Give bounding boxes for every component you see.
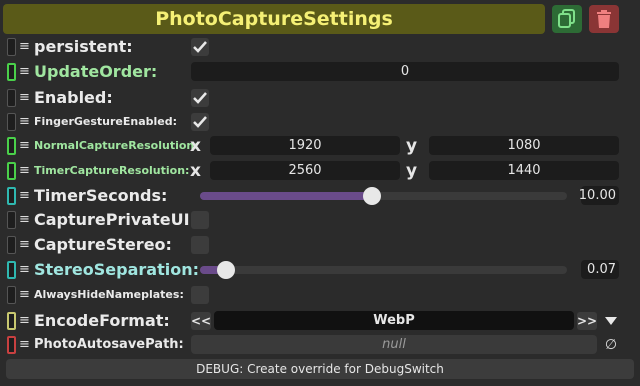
delete-button[interactable] — [589, 5, 619, 33]
hamburger-menu-icon[interactable]: ≡ — [19, 115, 31, 128]
dropdown-button[interactable] — [601, 312, 621, 330]
chevron-down-icon — [605, 317, 617, 325]
field-label: StereoSeparation: — [34, 260, 199, 279]
field-row-stereo-separation: ≡ StereoSeparation: 0.07 — [0, 258, 640, 282]
field-label: CaptureStereo: — [34, 235, 172, 254]
x-axis-label: x — [190, 161, 201, 181]
field-row-photo-autosave-path: ≡ PhotoAutosavePath: null ∅ — [0, 333, 640, 357]
capture-stereo-checkbox[interactable] — [191, 236, 209, 254]
timer-res-y-input[interactable]: 1440 — [429, 161, 619, 180]
always-hide-nameplates-checkbox[interactable] — [191, 286, 209, 304]
capture-private-ui-checkbox[interactable] — [191, 211, 209, 229]
hamburger-menu-icon[interactable]: ≡ — [19, 213, 31, 226]
field-handle[interactable] — [7, 236, 16, 254]
field-label: persistent: — [34, 37, 133, 56]
field-handle[interactable] — [7, 211, 16, 229]
y-axis-label: y — [406, 136, 418, 156]
slider-thumb[interactable] — [363, 187, 382, 205]
timer-seconds-slider[interactable] — [200, 187, 567, 205]
slider-fill — [200, 192, 373, 200]
photo-autosave-path-field[interactable]: null — [191, 335, 597, 354]
update-order-input[interactable]: 0 — [191, 62, 619, 81]
field-row-timer-resolution: ≡ TimerCaptureResolution: x 2560 y 1440 — [0, 159, 640, 183]
encode-format-value[interactable]: WebP — [214, 311, 574, 330]
field-label: PhotoAutosavePath: — [34, 337, 184, 352]
timer-seconds-value[interactable]: 10.00 — [579, 186, 619, 205]
field-handle[interactable] — [7, 38, 16, 56]
hamburger-menu-icon[interactable]: ≡ — [19, 288, 31, 301]
field-handle[interactable] — [7, 286, 16, 304]
checkmark-icon — [193, 41, 207, 53]
debug-override-button[interactable]: DEBUG: Create override for DebugSwitch — [6, 359, 634, 379]
field-handle[interactable] — [7, 113, 16, 131]
field-row-capture-private-ui: ≡ CapturePrivateUI: — [0, 208, 640, 232]
component-title-text: PhotoCaptureSettings — [155, 8, 393, 30]
field-label: Enabled: — [34, 88, 113, 107]
timer-res-x-input[interactable]: 2560 — [210, 161, 400, 180]
checkmark-icon — [193, 92, 207, 104]
duplicate-icon — [558, 9, 575, 28]
field-handle[interactable] — [7, 261, 16, 279]
field-handle[interactable] — [7, 187, 16, 205]
field-row-finger-gesture: ≡ FingerGestureEnabled: — [0, 110, 640, 134]
checkmark-icon — [193, 116, 207, 128]
debug-override-label: DEBUG: Create override for DebugSwitch — [196, 362, 444, 376]
previous-option-button[interactable]: << — [191, 312, 211, 330]
field-handle[interactable] — [7, 137, 16, 155]
field-label: CapturePrivateUI: — [34, 210, 196, 229]
hamburger-menu-icon[interactable]: ≡ — [19, 91, 31, 104]
field-row-normal-resolution: ≡ NormalCaptureResolution: x 1920 y 1080 — [0, 134, 640, 158]
y-axis-label: y — [406, 161, 418, 181]
field-row-capture-stereo: ≡ CaptureStereo: — [0, 233, 640, 257]
normal-res-y-input[interactable]: 1080 — [429, 136, 619, 155]
stereo-separation-slider[interactable] — [200, 261, 567, 279]
field-handle[interactable] — [7, 63, 16, 81]
hamburger-menu-icon[interactable]: ≡ — [19, 40, 31, 53]
field-label: TimerCaptureResolution: — [34, 164, 190, 177]
field-label: NormalCaptureResolution: — [34, 139, 199, 152]
component-title: PhotoCaptureSettings — [3, 4, 545, 34]
field-label: TimerSeconds: — [34, 186, 168, 205]
field-row-encode-format: ≡ EncodeFormat: << WebP >> — [0, 309, 640, 333]
field-row-enabled: ≡ Enabled: — [0, 86, 640, 110]
field-label: AlwaysHideNameplates: — [34, 288, 184, 301]
hamburger-menu-icon[interactable]: ≡ — [19, 263, 31, 276]
field-handle[interactable] — [7, 89, 16, 107]
field-label: EncodeFormat: — [34, 311, 170, 330]
set-null-button[interactable]: ∅ — [602, 336, 620, 354]
field-handle[interactable] — [7, 162, 16, 180]
hamburger-menu-icon[interactable]: ≡ — [19, 314, 31, 327]
field-row-always-hide-nameplates: ≡ AlwaysHideNameplates: — [0, 283, 640, 307]
next-option-button[interactable]: >> — [577, 312, 597, 330]
normal-res-x-input[interactable]: 1920 — [210, 136, 400, 155]
hamburger-menu-icon[interactable]: ≡ — [19, 238, 31, 251]
hamburger-menu-icon[interactable]: ≡ — [19, 164, 31, 177]
trash-icon — [597, 10, 611, 28]
hamburger-menu-icon[interactable]: ≡ — [19, 338, 31, 351]
field-label: FingerGestureEnabled: — [34, 115, 178, 128]
finger-gesture-checkbox[interactable] — [191, 113, 209, 131]
hamburger-menu-icon[interactable]: ≡ — [19, 65, 31, 78]
field-row-update-order: ≡ UpdateOrder: 0 — [0, 60, 640, 84]
field-label: UpdateOrder: — [34, 62, 158, 81]
slider-thumb[interactable] — [216, 261, 235, 279]
hamburger-menu-icon[interactable]: ≡ — [19, 139, 31, 152]
field-row-timer-seconds: ≡ TimerSeconds: 10.00 — [0, 184, 640, 208]
field-handle[interactable] — [7, 336, 16, 354]
persistent-checkbox[interactable] — [191, 38, 209, 56]
field-handle[interactable] — [7, 312, 16, 330]
duplicate-button[interactable] — [552, 5, 582, 33]
hamburger-menu-icon[interactable]: ≡ — [19, 189, 31, 202]
stereo-separation-value[interactable]: 0.07 — [581, 260, 619, 279]
field-row-persistent: ≡ persistent: — [0, 35, 640, 59]
x-axis-label: x — [190, 136, 201, 156]
enabled-checkbox[interactable] — [191, 89, 209, 107]
